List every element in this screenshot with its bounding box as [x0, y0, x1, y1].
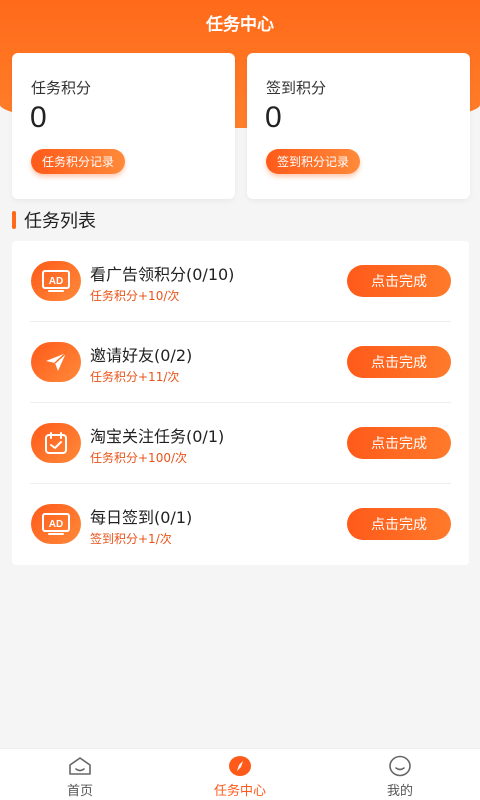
paper-plane-icon: [31, 342, 81, 382]
complete-button[interactable]: 点击完成: [347, 346, 451, 378]
task-points-card: 任务积分 0 任务积分记录: [12, 53, 235, 199]
checkin-points-label: 签到积分: [266, 79, 327, 97]
svg-text:AD: AD: [49, 276, 63, 287]
ad-icon: AD: [31, 261, 81, 301]
tab-task-center[interactable]: 任务中心: [160, 749, 320, 800]
bottom-tab-bar: 首页 任务中心 我的: [0, 748, 480, 800]
task-points-record-button[interactable]: 任务积分记录: [31, 149, 126, 174]
complete-button[interactable]: 点击完成: [347, 265, 451, 297]
complete-button[interactable]: 点击完成: [347, 427, 451, 459]
complete-button[interactable]: 点击完成: [347, 508, 451, 540]
task-points-label: 任务积分: [31, 79, 92, 97]
section-title: 任务列表: [24, 211, 96, 232]
task-name: 每日签到(0/1): [90, 508, 193, 527]
task-item-watch-ad: AD 看广告领积分(0/10) 任务积分+10/次 点击完成: [12, 241, 469, 322]
checkin-points-value: 0: [265, 101, 282, 134]
tab-label: 首页: [66, 784, 93, 799]
task-item-taobao-follow: 淘宝关注任务(0/1) 任务积分+100/次 点击完成: [12, 403, 469, 484]
profile-icon: [388, 755, 412, 777]
checkin-points-card: 签到积分 0 签到积分记录: [247, 53, 470, 199]
svg-text:AD: AD: [49, 519, 63, 530]
task-item-invite-friends: 邀请好友(0/2) 任务积分+11/次 点击完成: [12, 322, 469, 403]
tab-profile[interactable]: 我的: [320, 749, 480, 800]
page-title: 任务中心: [206, 14, 274, 35]
section-header: 任务列表: [12, 208, 96, 232]
task-reward: 任务积分+10/次: [90, 289, 180, 303]
tab-home[interactable]: 首页: [0, 749, 160, 800]
task-reward: 任务积分+11/次: [90, 370, 180, 384]
calendar-check-icon: [31, 423, 81, 463]
task-points-value: 0: [30, 101, 47, 134]
task-name: 看广告领积分(0/10): [90, 265, 235, 284]
ad-icon: AD: [31, 504, 81, 544]
task-name: 邀请好友(0/2): [90, 346, 193, 365]
task-name: 淘宝关注任务(0/1): [90, 427, 225, 446]
home-icon: [68, 755, 92, 777]
task-reward: 签到积分+1/次: [90, 532, 172, 546]
tab-label: 我的: [386, 784, 413, 799]
section-accent-bar: [12, 211, 16, 229]
compass-icon: [228, 755, 252, 777]
task-list: AD 看广告领积分(0/10) 任务积分+10/次 点击完成 邀请好友(0/2)…: [12, 241, 469, 565]
task-item-daily-checkin: AD 每日签到(0/1) 签到积分+1/次 点击完成: [12, 484, 469, 565]
checkin-points-record-button[interactable]: 签到积分记录: [266, 149, 361, 174]
tab-label: 任务中心: [213, 784, 266, 799]
task-reward: 任务积分+100/次: [90, 451, 188, 465]
